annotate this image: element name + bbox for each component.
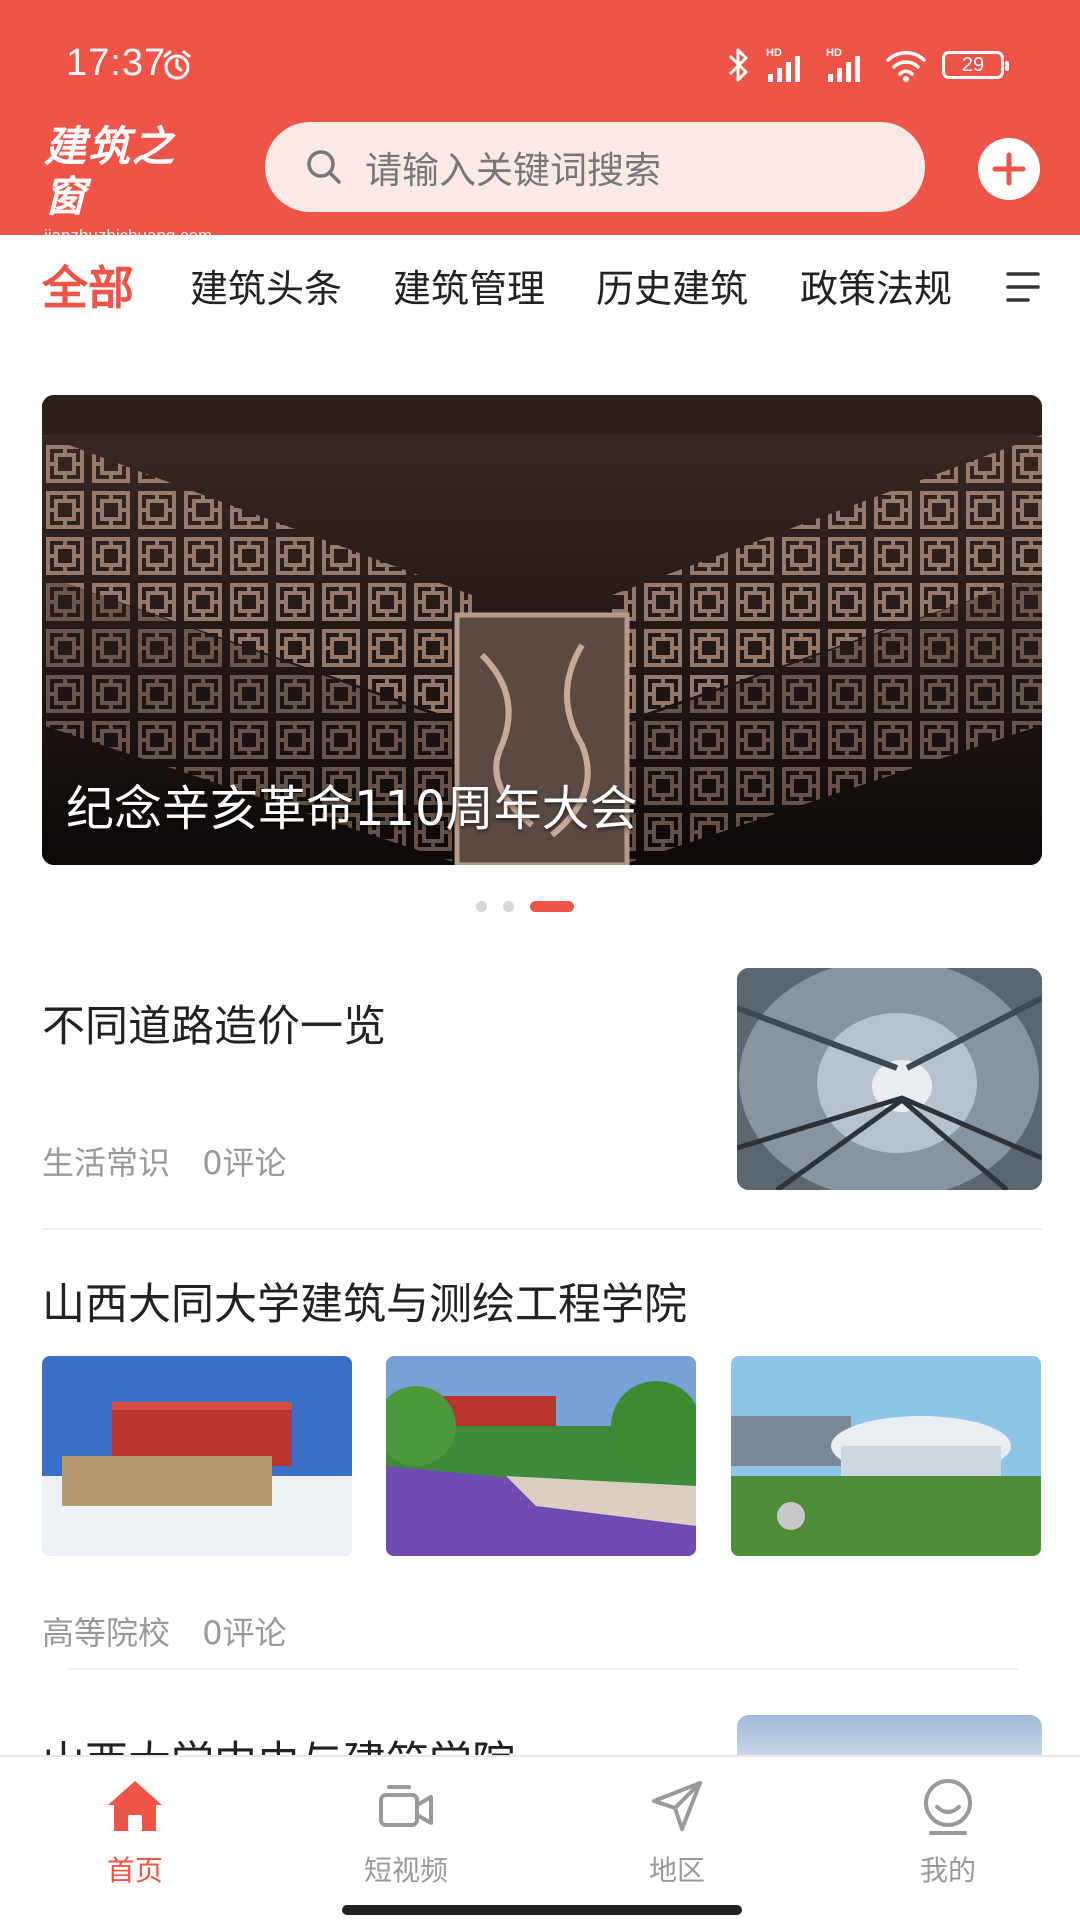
location-arrow-icon [652,1781,702,1831]
bottom-navigation: 首页 短视频 地区 我的 [0,1755,1080,1922]
category-tabs: 全部 建筑头条 建筑管理 历史建筑 政策法规 [0,258,1080,328]
nav-short-video-label: 短视频 [363,1854,448,1887]
app-logo[interactable]: 建筑之窗 jianzhuzhichuang.com [44,122,212,245]
svg-text:HD: HD [826,47,842,59]
status-time: 17:37 [66,42,167,84]
article-image [731,1356,1041,1556]
list-item[interactable]: 不同道路造价一览 生活常识 0评论 [42,968,1042,1190]
divider [68,1668,1018,1670]
wifi-icon [886,51,926,82]
article-meta: 生活常识 0评论 [42,1138,287,1184]
logo-text: 建筑之窗 [44,122,177,221]
profile-smile-icon [924,1779,972,1835]
nav-home-label: 首页 [106,1854,163,1887]
search-icon [307,150,341,184]
article-meta: 高等院校 0评论 [42,1608,287,1654]
nav-region[interactable]: 地区 [607,1775,747,1889]
system-icons: HD HD 29 [726,46,1009,84]
article-category: 生活常识 [42,1144,171,1182]
banner-carousel[interactable]: 纪念辛亥革命110周年大会 [42,395,1042,865]
article-thumbnail [737,968,1042,1190]
search-bar[interactable]: 请输入关键词搜索 [265,122,925,212]
nav-mine[interactable]: 我的 [878,1775,1018,1889]
status-bar: 17:37 HD HD 29 [0,42,1080,98]
tab-headlines[interactable]: 建筑头条 [190,258,342,313]
tab-all[interactable]: 全部 [42,252,134,318]
article-category: 高等院校 [42,1614,171,1652]
logo-url: jianzhuzhichuang.com [44,226,213,245]
svg-text:HD: HD [766,47,782,59]
nav-home[interactable]: 首页 [65,1775,205,1889]
carousel-indicator [0,901,1080,913]
search-placeholder: 请输入关键词搜索 [365,149,661,192]
app-header: 17:37 HD HD 29 建筑之窗 jianzhuzhichuang.com… [0,0,1080,245]
battery-level: 29 [961,53,985,76]
divider [42,1228,1042,1230]
carousel-dot[interactable] [503,901,514,912]
bluetooth-icon [728,48,748,82]
menu-icon[interactable] [1004,270,1042,304]
nav-region-label: 地区 [648,1854,705,1887]
home-icon [108,1781,162,1831]
tunnel-image [737,968,1042,1190]
signal-hd-icon: HD [826,47,860,82]
plus-icon [992,152,1026,186]
carousel-dot-active[interactable] [530,901,574,912]
tab-historic[interactable]: 历史建筑 [596,258,748,313]
alarm-icon [163,50,191,80]
article-thumbnail [737,1715,1042,1755]
article-image [42,1356,352,1556]
campus-garden-image [386,1356,696,1556]
nav-mine-label: 我的 [919,1854,976,1887]
article-comments: 0评论 [202,1614,287,1652]
tab-management[interactable]: 建筑管理 [393,258,545,313]
article-title[interactable]: 山西大同大学建筑与测绘工程学院 [42,1270,687,1332]
video-camera-icon [379,1785,433,1827]
campus-snow-image [42,1356,352,1556]
tab-policy[interactable]: 政策法规 [800,258,952,313]
battery-icon: 29 [942,51,1009,79]
banner-title: 纪念辛亥革命110周年大会 [66,781,638,837]
add-button[interactable] [978,138,1040,200]
article-image [386,1356,696,1556]
nav-short-video[interactable]: 短视频 [336,1775,476,1889]
carousel-dot[interactable] [476,901,487,912]
article-comments: 0评论 [202,1144,287,1182]
article-title: 不同道路造价一览 [42,1002,386,1052]
home-indicator[interactable] [342,1905,742,1915]
campus-stadium-image [731,1356,1041,1556]
signal-hd-icon: HD [766,47,800,82]
